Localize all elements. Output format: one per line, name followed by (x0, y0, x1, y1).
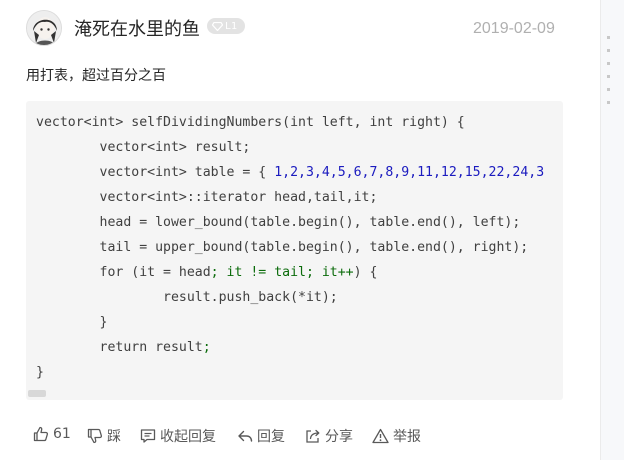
page-sidebar (600, 0, 624, 460)
rail-decoration (607, 36, 611, 114)
diamond-icon (212, 21, 223, 31)
like-button[interactable]: 61 (33, 426, 71, 442)
code-line: vector<int> selfDividingNumbers(int left… (36, 115, 465, 130)
code-line: } (36, 365, 44, 380)
like-count: 61 (53, 426, 71, 442)
level-badge: L1 (207, 18, 245, 34)
comment-date: 2019-02-09 (473, 20, 555, 37)
author-name[interactable]: 淹死在水里的鱼 (74, 15, 200, 41)
level-label: L1 (225, 20, 238, 32)
reply-label: 回复 (257, 429, 285, 445)
reply-button[interactable]: 回复 (237, 426, 285, 446)
collapse-replies-button[interactable]: 收起回复 (140, 426, 216, 446)
code-line: } (36, 315, 108, 330)
horizontal-scrollbar[interactable] (28, 390, 46, 397)
dislike-button[interactable]: 踩 (87, 426, 121, 446)
thumbs-up-icon (33, 426, 49, 442)
share-icon (306, 429, 320, 443)
collapse-replies-label: 收起回复 (160, 429, 216, 445)
share-label: 分享 (325, 429, 353, 445)
reply-icon (238, 430, 253, 442)
code-line: head = lower_bound(table.begin(), table.… (36, 215, 521, 230)
code-line: vector<int> result; (36, 140, 251, 155)
code-line: for (it = head; it != tail; it++) { (36, 265, 378, 280)
avatar[interactable] (26, 10, 62, 46)
code-line: vector<int> table = { 1,2,3,4,5,6,7,8,9,… (36, 165, 545, 180)
avatar-image (27, 11, 61, 45)
comment-icon (140, 429, 156, 443)
code-line: return result; (36, 340, 211, 355)
code-line: vector<int>::iterator head,tail,it; (36, 190, 378, 205)
thumbs-down-icon (87, 428, 103, 444)
comment-card: 淹死在水里的鱼 L1 2019-02-09 用打表，超过百分之百 vector<… (0, 0, 600, 460)
code-line: tail = upper_bound(table.begin(), table.… (36, 240, 529, 255)
share-button[interactable]: 分享 (305, 426, 353, 446)
comment-text: 用打表，超过百分之百 (26, 68, 166, 84)
code-line: result.push_back(*it); (36, 290, 338, 305)
warning-icon (372, 428, 389, 444)
code-content: vector<int> selfDividingNumbers(int left… (36, 110, 544, 385)
code-block: vector<int> selfDividingNumbers(int left… (26, 101, 563, 400)
report-button[interactable]: 举报 (372, 426, 421, 446)
report-label: 举报 (393, 429, 421, 445)
dislike-label: 踩 (107, 429, 121, 445)
